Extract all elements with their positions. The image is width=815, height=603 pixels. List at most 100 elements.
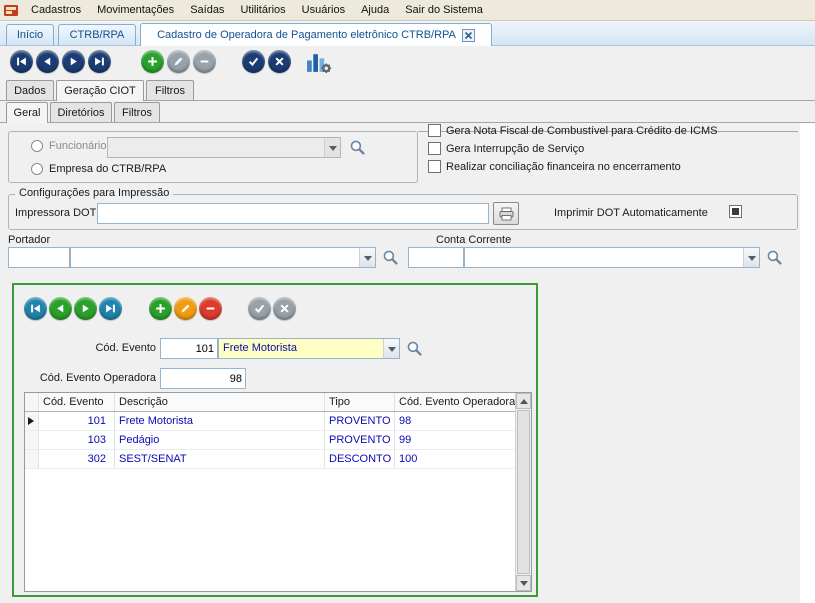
cod-evento-search-icon[interactable] (406, 340, 423, 360)
confirm-button[interactable] (242, 50, 265, 73)
conta-corrente-label: Conta Corrente (436, 234, 511, 246)
edit-record-button[interactable] (167, 50, 190, 73)
tab-dados-label: Dados (14, 85, 46, 97)
evento-confirm-button[interactable] (248, 297, 271, 320)
portador-label: Portador (8, 234, 50, 246)
evento-delete-button[interactable] (199, 297, 222, 320)
portador-selected-value (71, 248, 359, 267)
conta-selected-value (465, 248, 743, 267)
evento-insert-button[interactable] (149, 297, 172, 320)
evento-edit-button[interactable] (174, 297, 197, 320)
close-tab-icon[interactable] (462, 29, 475, 42)
cell-tipo: PROVENTO (325, 412, 395, 430)
last-record-button[interactable] (88, 50, 111, 73)
imprimir-dot-checkbox[interactable] (729, 205, 742, 218)
row-indicator (25, 431, 39, 449)
cancel-button[interactable] (268, 50, 291, 73)
portador-code-input[interactable] (8, 247, 70, 268)
tab-diretorios-label: Diretórios (57, 107, 104, 119)
tab-geral-label: Geral (14, 107, 41, 119)
funcionario-search-icon[interactable] (349, 139, 366, 159)
tab-filtros-sub[interactable]: Filtros (114, 102, 160, 122)
empresa-radio[interactable] (31, 163, 43, 175)
cod-evento-operadora-label: Cód. Evento Operadora (24, 372, 156, 384)
next-record-button[interactable] (62, 50, 85, 73)
chevron-down-icon[interactable] (383, 339, 399, 358)
col-header-descricao[interactable]: Descrição (115, 393, 325, 411)
menu-saidas[interactable]: Saídas (182, 0, 232, 21)
tab-inicio[interactable]: Início (6, 24, 54, 45)
printer-button[interactable] (493, 202, 519, 225)
col-header-tipo[interactable]: Tipo (325, 393, 395, 411)
report-chart-button[interactable] (305, 48, 332, 78)
impressora-dot-input[interactable] (97, 203, 489, 224)
evento-first-record-button[interactable] (24, 297, 47, 320)
menu-ajuda[interactable]: Ajuda (353, 0, 397, 21)
scroll-up-button[interactable] (516, 393, 531, 409)
scroll-down-button[interactable] (516, 575, 531, 591)
conta-code-input[interactable] (408, 247, 464, 268)
table-row[interactable]: 103 Pedágio PROVENTO 99 (25, 431, 531, 450)
scrollbar-thumb[interactable] (517, 410, 530, 574)
menu-sair-do-sistema[interactable]: Sair do Sistema (397, 0, 491, 21)
conta-search-icon[interactable] (766, 249, 783, 269)
current-row-arrow-icon (28, 417, 34, 425)
impressao-groupbox: Configurações para Impressão Impressora … (8, 194, 798, 230)
evento-last-record-button[interactable] (99, 297, 122, 320)
main-toolbar (0, 46, 815, 79)
cell-descricao: Pedágio (115, 431, 325, 449)
funcionario-combobox[interactable] (107, 137, 341, 158)
gera-nota-fiscal-label: Gera Nota Fiscal de Combustível para Cré… (446, 125, 717, 137)
menu-bar: Cadastros Movimentações Saídas Utilitári… (0, 0, 815, 21)
chevron-down-icon[interactable] (359, 248, 375, 267)
grid-scrollbar[interactable] (515, 393, 531, 591)
tab-geracao-ciot[interactable]: Geração CIOT (56, 80, 144, 101)
menu-usuarios[interactable]: Usuários (294, 0, 353, 21)
funcionario-label: Funcionário: (49, 140, 110, 152)
cod-evento-input[interactable] (160, 338, 218, 359)
funcionario-radio[interactable] (31, 140, 43, 152)
evento-prior-record-button[interactable] (49, 297, 72, 320)
tab-dados[interactable]: Dados (6, 80, 54, 100)
eventos-panel: Cód. Evento Frete Motorista Cód. Evento … (12, 283, 538, 597)
evento-cancel-button[interactable] (273, 297, 296, 320)
evento-next-record-button[interactable] (74, 297, 97, 320)
funcionario-selected-value (108, 138, 324, 157)
table-row[interactable]: 101 Frete Motorista PROVENTO 98 (25, 412, 531, 431)
row-indicator (25, 412, 39, 430)
gera-nota-fiscal-checkbox[interactable] (428, 124, 441, 137)
portador-combobox[interactable] (70, 247, 376, 268)
delete-record-button[interactable] (193, 50, 216, 73)
chevron-down-icon[interactable] (324, 138, 340, 157)
portador-search-icon[interactable] (382, 249, 399, 269)
tab-diretorios[interactable]: Diretórios (50, 102, 112, 122)
prior-record-button[interactable] (36, 50, 59, 73)
chevron-down-icon[interactable] (743, 248, 759, 267)
tab-cadastro-operadora[interactable]: Cadastro de Operadora de Pagamento eletr… (140, 23, 492, 46)
menu-movimentacoes[interactable]: Movimentações (89, 0, 182, 21)
table-row[interactable]: 302 SEST/SENAT DESCONTO 100 (25, 450, 531, 469)
window-tab-bar: Início CTRB/RPA Cadastro de Operadora de… (0, 21, 815, 46)
menu-utilitarios[interactable]: Utilitários (232, 0, 293, 21)
cell-cod-evento-operadora: 98 (395, 412, 515, 430)
imprimir-dot-label: Imprimir DOT Automaticamente (554, 207, 708, 219)
tab-inicio-label: Início (17, 29, 43, 41)
cell-cod-evento-operadora: 99 (395, 431, 515, 449)
col-header-cod-evento-operadora[interactable]: Cód. Evento Operadora (395, 393, 515, 411)
gera-interrupcao-checkbox[interactable] (428, 142, 441, 155)
cod-evento-operadora-input[interactable] (160, 368, 246, 389)
conciliacao-checkbox[interactable] (428, 160, 441, 173)
cell-descricao: Frete Motorista (115, 412, 325, 430)
cod-evento-label: Cód. Evento (44, 342, 156, 354)
cod-evento-combobox[interactable]: Frete Motorista (218, 338, 400, 359)
tab-filtros[interactable]: Filtros (146, 80, 194, 100)
insert-record-button[interactable] (141, 50, 164, 73)
conta-combobox[interactable] (464, 247, 760, 268)
row-indicator (25, 450, 39, 468)
col-header-cod-evento[interactable]: Cód. Evento (39, 393, 115, 411)
menu-cadastros[interactable]: Cadastros (23, 0, 89, 21)
tab-ctrb-rpa[interactable]: CTRB/RPA (58, 24, 136, 45)
first-record-button[interactable] (10, 50, 33, 73)
tab-filtros-label: Filtros (155, 85, 185, 97)
tab-geral[interactable]: Geral (6, 102, 48, 123)
